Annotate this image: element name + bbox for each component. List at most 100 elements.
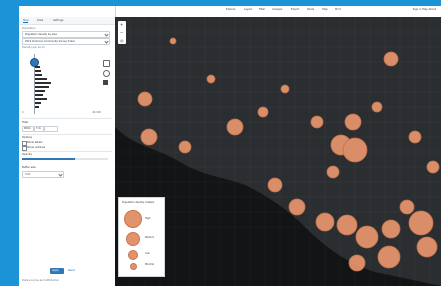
cluster-circle[interactable] <box>344 113 362 131</box>
cluster-circle[interactable] <box>348 254 366 272</box>
cluster-circle[interactable] <box>416 236 438 258</box>
header-link-help[interactable]: Help <box>322 8 328 11</box>
header-link-share[interactable]: Share <box>307 8 314 11</box>
histogram-bar <box>35 82 51 84</box>
legend-label: Low <box>145 252 150 255</box>
map-legend: Population density clusters High Medium … <box>118 197 165 277</box>
histogram-bar <box>35 74 42 76</box>
filter-chip-within[interactable]: Within <box>22 126 34 132</box>
cluster-circle[interactable] <box>342 137 368 163</box>
tab-settings[interactable]: Settings <box>53 19 64 22</box>
histogram-bar <box>35 102 41 104</box>
zoom-out-button[interactable]: − <box>118 29 126 36</box>
filter-chip-empty[interactable] <box>44 126 58 132</box>
tab-map[interactable]: Map <box>23 19 30 23</box>
divider <box>22 134 112 135</box>
show-labels-label: Show labels <box>27 140 43 144</box>
cluster-circle[interactable] <box>408 210 434 236</box>
histogram-bar <box>35 70 41 72</box>
legend-symbol-large <box>124 210 142 228</box>
cluster-circle[interactable] <box>137 91 153 107</box>
header-link-filter[interactable]: Filter <box>259 8 265 11</box>
cluster-circle[interactable] <box>178 140 192 154</box>
cluster-circle[interactable] <box>288 198 306 216</box>
histogram-bar <box>35 94 43 96</box>
locate-button[interactable]: ◎ <box>118 37 126 44</box>
legend-label: Minimal <box>145 263 154 266</box>
filter-chip-label: Within <box>24 127 31 130</box>
zoom-controls: + − ◎ <box>118 21 126 44</box>
histogram-bar <box>35 78 47 80</box>
opacity-label: Opacity <box>22 153 32 156</box>
chevron-down-icon <box>104 32 109 37</box>
histogram-bar <box>35 66 40 68</box>
opacity-slider[interactable] <box>22 158 108 160</box>
header-link-layers[interactable]: Layers <box>244 8 252 11</box>
histogram-bar <box>35 90 45 92</box>
cluster-circle[interactable] <box>336 214 358 236</box>
app-root: Locator - Risk Map Explore Layers Filter… <box>0 0 441 286</box>
buffer-select[interactable]: 3 mi <box>22 171 64 178</box>
tab-data[interactable]: Data <box>37 19 43 22</box>
cluster-circle[interactable] <box>226 118 244 136</box>
filter-chip-label: 3 mi <box>36 127 41 130</box>
panel-tabs: Map Data Settings <box>19 17 115 25</box>
cluster-circle[interactable] <box>280 84 290 94</box>
range-max-label: 48,000 <box>92 111 102 114</box>
dataset-select-value: Population density by area <box>25 32 57 36</box>
info-icon[interactable] <box>103 70 110 77</box>
cluster-circle[interactable] <box>140 128 158 146</box>
header-link-print[interactable]: Print <box>335 8 341 11</box>
legend-symbol-medium <box>126 232 140 246</box>
range-min-label: 0 <box>22 111 24 114</box>
header-link-explore[interactable]: Explore <box>226 8 235 11</box>
cluster-circle[interactable] <box>371 101 383 113</box>
cluster-circle[interactable] <box>206 74 216 84</box>
filter-chip-distance[interactable]: 3 mi <box>34 126 44 132</box>
cluster-circle[interactable] <box>399 199 415 215</box>
zoom-in-button[interactable]: + <box>118 21 126 28</box>
reset-link[interactable]: Reset <box>68 269 75 272</box>
cluster-circle[interactable] <box>326 165 340 179</box>
section-title: Population <box>22 27 36 30</box>
header-link-analysis[interactable]: Analysis <box>272 8 282 11</box>
header-right-links[interactable]: Sign in Help About <box>413 8 436 11</box>
divider <box>22 118 112 119</box>
cluster-circle[interactable] <box>169 37 177 45</box>
legend-symbol-small <box>128 250 138 260</box>
cluster-circle[interactable] <box>257 106 269 118</box>
options-label: Options <box>22 136 33 139</box>
histogram-bar <box>35 98 47 100</box>
cluster-circle[interactable] <box>377 245 401 269</box>
cluster-circle[interactable] <box>426 160 440 174</box>
header-link-export[interactable]: Export <box>291 8 299 11</box>
cluster-circle[interactable] <box>383 51 399 67</box>
legend-label: High <box>145 217 151 220</box>
histogram-bar <box>35 106 39 108</box>
divider <box>22 151 112 152</box>
legend-label: Medium <box>145 236 155 239</box>
filters-label: Filter <box>22 121 29 124</box>
cluster-circle[interactable] <box>355 225 379 249</box>
legend-title: Population density clusters <box>122 201 155 204</box>
dataset-select[interactable]: Population density by area <box>22 31 110 38</box>
footer-text: Data sources and attribution <box>22 279 60 282</box>
cluster-circle[interactable] <box>267 177 283 193</box>
legend-symbol-tiny <box>130 263 137 270</box>
survey-select[interactable]: 2019 American Community Survey 5-Year <box>22 38 110 45</box>
apply-button[interactable]: Apply <box>50 268 64 274</box>
cluster-circle[interactable] <box>408 130 422 144</box>
chevron-down-icon <box>58 172 63 177</box>
show-outlines-label: Show outlines <box>27 145 46 149</box>
layers-icon[interactable] <box>103 60 110 67</box>
survey-select-value: 2019 American Community Survey 5-Year <box>25 39 75 43</box>
buffer-label: Buffer size <box>22 166 36 169</box>
histogram-bar <box>35 86 49 88</box>
chevron-down-icon <box>104 39 109 44</box>
apply-button-label: Apply <box>52 269 59 272</box>
cluster-circle[interactable] <box>310 115 324 129</box>
buffer-select-value: 3 mi <box>25 172 31 176</box>
cluster-circle[interactable] <box>381 219 401 239</box>
cluster-circle[interactable] <box>315 212 335 232</box>
download-icon[interactable] <box>103 80 108 85</box>
